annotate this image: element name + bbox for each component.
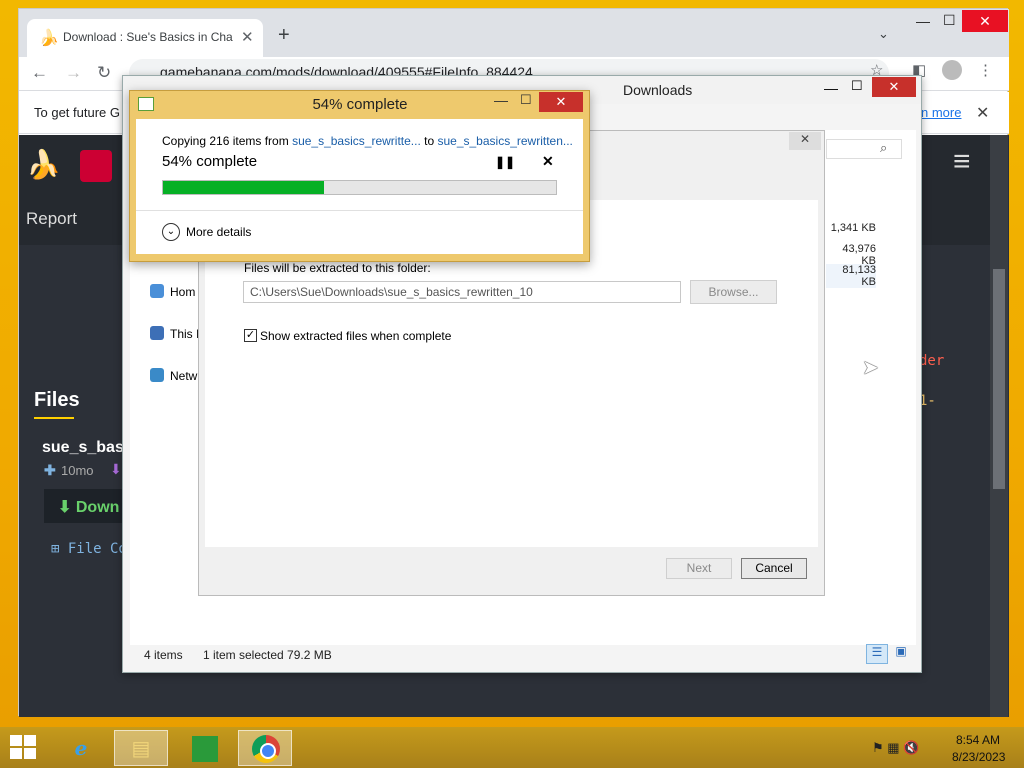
status-selection: 1 item selected 79.2 MB (203, 648, 332, 662)
tab-title: Download : Sue's Basics in Chasing (63, 30, 233, 44)
info-bar-text: To get future G (34, 105, 120, 120)
pause-icon[interactable]: ❚❚ (495, 155, 515, 169)
show-files-checkbox[interactable]: ✓ (244, 329, 257, 342)
copy-dialog-close-button[interactable]: ✕ (539, 92, 583, 112)
system-tray[interactable]: ⚑ ▦ 🔇 (872, 740, 919, 756)
plus-icon: ✚ (44, 462, 56, 478)
code-snippet: der (919, 353, 945, 369)
status-item-count: 4 items (144, 648, 183, 662)
explorer-close-button[interactable]: ✕ (872, 77, 916, 97)
explorer-title: Downloads (623, 82, 693, 98)
copy-progress-bar (162, 180, 557, 195)
copy-dialog-icon (138, 97, 154, 111)
windows-logo-icon (10, 735, 22, 746)
report-link[interactable]: Report (26, 209, 77, 229)
download-button[interactable]: ⬇ Down (44, 489, 134, 523)
windows-logo-icon (10, 748, 22, 759)
browser-close-button[interactable]: ✕ (962, 10, 1008, 32)
wizard-close-button[interactable]: ✕ (789, 132, 821, 150)
more-details-link[interactable]: More details (186, 225, 251, 239)
start-button[interactable] (10, 735, 38, 761)
next-button[interactable]: Next (666, 558, 732, 579)
destination-folder-link[interactable]: sue_s_basics_rewritten... (437, 134, 572, 148)
chrome-icon (252, 735, 280, 763)
large-icons-view-icon[interactable]: ▣ (890, 644, 912, 664)
back-icon[interactable]: ← (31, 63, 48, 83)
profile-avatar[interactable] (942, 60, 962, 80)
download-count-icon: ⬇ (110, 461, 122, 477)
nav-item-label: Hom (170, 285, 196, 299)
explorer-search-box[interactable] (826, 139, 902, 159)
volume-muted-icon[interactable]: 🔇 (903, 740, 919, 755)
divider (136, 210, 583, 211)
clock-time[interactable]: 8:54 AM (956, 733, 1000, 747)
site-logo-icon[interactable]: 🍌 (26, 148, 61, 181)
mouse-cursor-icon: ➤ (862, 357, 879, 379)
internet-explorer-icon[interactable]: e (54, 730, 108, 766)
browse-button[interactable]: Browse... (690, 280, 777, 304)
file-explorer-icon[interactable]: ▤ (114, 730, 168, 766)
file-size: 1,341 KB (830, 222, 876, 234)
file-name: sue_s_bas (42, 439, 124, 456)
details-view-icon[interactable]: ☰ (866, 644, 888, 664)
destination-path-field[interactable] (243, 281, 681, 303)
browser-tab[interactable]: 🍌 Download : Sue's Basics in Chasing ✕ (27, 19, 263, 57)
cancel-button[interactable]: Cancel (741, 558, 807, 579)
source-folder-link[interactable]: sue_s_basics_rewritte... (292, 134, 421, 148)
download-button-label: Down (75, 499, 120, 516)
minimize-icon[interactable]: — (916, 13, 930, 29)
maximize-icon[interactable]: ☐ (943, 12, 956, 29)
copy-status-line: Copying 216 items from sue_s_basics_rewr… (162, 134, 573, 148)
heading-underline (34, 417, 74, 419)
network-icon (150, 368, 164, 382)
reload-icon[interactable]: ↻ (97, 63, 111, 83)
file-age: 10mo (61, 463, 94, 478)
hamburger-menu-icon[interactable]: ≡ (953, 145, 971, 179)
homegroup-icon (150, 284, 164, 298)
info-bar-link[interactable]: n more (921, 105, 961, 120)
tab-close-icon[interactable]: ✕ (241, 28, 254, 46)
stop-icon[interactable]: ✕ (542, 153, 554, 170)
nav-item-homegroup[interactable]: Hom (150, 284, 195, 299)
windows-logo-icon (24, 735, 36, 746)
nav-item-label: Netw (170, 369, 198, 383)
files-heading: Files (34, 389, 80, 411)
minimize-icon[interactable]: — (824, 80, 838, 96)
nav-item-network[interactable]: Netw (150, 368, 197, 383)
file-size: 81,133 KB (826, 264, 876, 288)
windows-logo-icon (24, 748, 36, 759)
new-tab-button[interactable]: + (278, 24, 290, 47)
minimize-icon[interactable]: — (494, 92, 508, 108)
computer-icon (150, 326, 164, 340)
forward-icon[interactable]: → (65, 63, 82, 83)
copy-status-mid: to (420, 134, 438, 148)
info-bar-close-icon[interactable]: ✕ (976, 103, 989, 123)
network-icon[interactable]: ▦ (887, 740, 899, 755)
chrome-taskbar-button[interactable] (238, 730, 292, 766)
show-files-label[interactable]: Show extracted files when complete (260, 329, 451, 343)
maximize-icon[interactable]: ☐ (520, 92, 532, 108)
game-logo-icon[interactable] (80, 150, 112, 182)
copy-status-prefix: Copying 216 items from (162, 134, 293, 148)
scrollbar-thumb[interactable] (993, 269, 1005, 489)
maximize-icon[interactable]: ☐ (851, 78, 863, 94)
clock-date[interactable]: 8/23/2023 (952, 750, 1005, 764)
progress-fill (163, 181, 325, 194)
tab-search-button[interactable]: ⌄ (878, 26, 889, 42)
nav-item-this-pc[interactable]: This I (150, 326, 199, 341)
chevron-down-icon[interactable]: ⌄ (162, 223, 180, 241)
file-contents-toggle[interactable]: ⊞ File Co (51, 541, 127, 557)
store-icon[interactable] (178, 730, 232, 766)
banana-icon: 🍌 (39, 30, 59, 47)
flag-icon[interactable]: ⚑ (872, 740, 884, 755)
copy-percent-text: 54% complete (162, 153, 258, 170)
copy-dialog-title: 54% complete (312, 96, 408, 113)
extract-destination-label: Files will be extracted to this folder: (244, 261, 431, 275)
search-icon[interactable]: ⌕ (880, 140, 887, 156)
nav-item-label: This I (170, 327, 200, 341)
kebab-menu-icon[interactable]: ⋮ (978, 61, 993, 79)
